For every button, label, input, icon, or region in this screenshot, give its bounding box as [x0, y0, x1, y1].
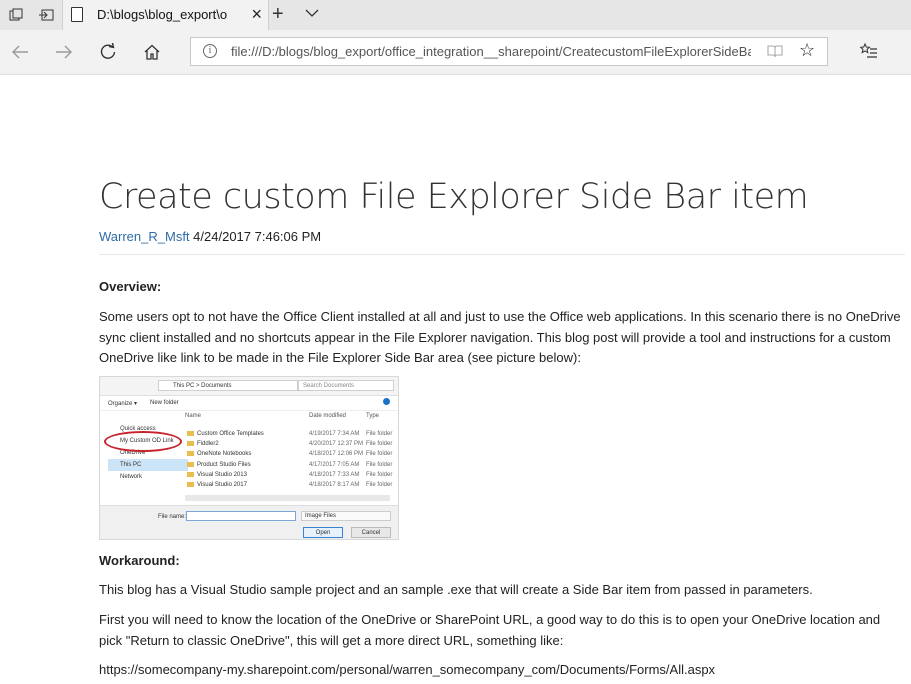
file-name: Visual Studio 2013 — [197, 471, 247, 478]
list-item: Product Studio Files 4/17/2017 7:05 AM Fil… — [185, 460, 395, 470]
folder-icon — [187, 451, 194, 457]
refresh-icon[interactable] — [96, 40, 120, 64]
folder-icon — [187, 481, 194, 487]
explorer-file-list: Custom Office Templates 4/19/2017 7:34 AM… — [185, 429, 395, 490]
workaround-paragraph-2: First you will need to know the location… — [99, 612, 881, 648]
file-date: 4/19/2017 7:34 AM — [309, 431, 360, 437]
file-name-label: File name: — [158, 514, 187, 520]
article-meta: Warren_R_Msft 4/24/2017 7:46:06 PM — [99, 229, 321, 244]
side-network: Network — [120, 474, 143, 480]
col-date: Date modified — [309, 413, 347, 419]
close-tab-icon[interactable]: × — [251, 4, 262, 25]
forward-icon[interactable] — [52, 40, 76, 64]
new-folder-button: New folder — [150, 400, 179, 406]
workaround-heading: Workaround: — [99, 553, 180, 568]
explorer-toolbar: Organize ▾ New folder — [100, 396, 398, 411]
file-explorer-screenshot: This PC > Documents Search Documents Org… — [99, 376, 399, 540]
file-date: 4/18/2017 7:33 AM — [309, 471, 360, 478]
chevron-down-icon[interactable] — [304, 5, 320, 26]
workaround-paragraph-1: This blog has a Visual Studio sample pro… — [99, 582, 813, 597]
overview-paragraph: Some users opt to not have the Office Cl… — [99, 309, 901, 365]
col-type: Type — [366, 413, 380, 419]
cancel-button: Cancel — [351, 527, 391, 538]
highlight-circle — [104, 431, 182, 452]
col-name: Name — [185, 413, 202, 419]
folder-icon — [187, 431, 194, 436]
post-date: 4/24/2017 7:46:06 PM — [193, 229, 322, 244]
file-name: Fiddler2 — [197, 441, 219, 448]
reading-view-icon[interactable] — [767, 44, 783, 63]
file-date: 4/20/2017 12:37 PM — [309, 441, 364, 448]
list-item: Visual Studio 2017 4/18/2017 8:17 AM File … — [185, 480, 395, 490]
back-icon[interactable] — [8, 40, 32, 64]
file-name: Custom Office Templates — [197, 431, 264, 437]
tab-active[interactable]: D:\blogs\blog_export\o × — [62, 0, 269, 30]
list-item: Custom Office Templates 4/19/2017 7:34 AM… — [185, 429, 395, 439]
file-name: Product Studio Files — [197, 461, 251, 468]
organize-menu: Organize ▾ — [108, 401, 138, 407]
file-name: OneNote Notebooks — [197, 451, 252, 458]
overview-heading: Overview: — [99, 279, 162, 294]
file-date: 4/18/2017 12:06 PM — [309, 451, 364, 458]
file-name-field — [186, 511, 296, 521]
folder-icon — [187, 461, 194, 467]
help-icon — [383, 398, 390, 405]
new-tab-icon[interactable]: + — [272, 3, 284, 26]
list-item: Visual Studio 2013 4/18/2017 7:33 AM File … — [185, 470, 395, 480]
favorites-hub-icon[interactable] — [859, 42, 878, 64]
address-bar[interactable]: i file:///D:/blogs/blog_export/office_in… — [190, 37, 828, 66]
folder-icon — [187, 441, 194, 447]
example-url: https://somecompany-my.sharepoint.com/pe… — [99, 662, 716, 677]
address-url[interactable]: file:///D:/blogs/blog_export/office_inte… — [231, 44, 751, 59]
file-type: File folder — [366, 481, 393, 488]
horizontal-scrollbar — [185, 495, 390, 501]
divider — [99, 254, 905, 255]
info-icon[interactable]: i — [203, 44, 217, 58]
page-title: Create custom File Explorer Side Bar ite… — [99, 177, 809, 217]
tab-title: D:\blogs\blog_export\o — [97, 7, 228, 22]
open-button: Open — [303, 527, 343, 538]
set-aside-tabs-icon[interactable] — [36, 5, 56, 25]
file-date: 4/17/2017 7:05 AM — [309, 461, 360, 468]
home-icon[interactable] — [140, 40, 164, 64]
file-type-select: Image Files — [301, 511, 391, 521]
list-item: Fiddler2 4/20/2017 12:37 PM File folder — [185, 439, 395, 449]
file-type: File folder — [366, 431, 393, 437]
favorite-star-icon[interactable]: ☆ — [799, 40, 815, 61]
author-link[interactable]: Warren_R_Msft — [99, 229, 190, 244]
explorer-address-row: This PC > Documents Search Documents — [100, 377, 398, 396]
file-date: 4/18/2017 8:17 AM — [309, 481, 360, 488]
side-this-pc: This PC — [108, 459, 188, 471]
tab-bar: D:\blogs\blog_export\o × + — [0, 0, 911, 30]
file-type: File folder — [366, 441, 393, 448]
explorer-breadcrumb: This PC > Documents — [158, 380, 298, 391]
tab-manager-icon[interactable] — [6, 5, 26, 25]
file-type: File folder — [366, 451, 393, 458]
folder-icon — [187, 471, 194, 477]
explorer-search-box: Search Documents — [298, 380, 394, 391]
explorer-footer: File name: Image Files Open Cancel — [100, 505, 398, 539]
document-icon — [71, 7, 83, 22]
list-item: OneNote Notebooks 4/18/2017 12:06 PM File … — [185, 449, 395, 459]
file-type: File folder — [366, 461, 393, 468]
navigation-bar: i file:///D:/blogs/blog_export/office_in… — [0, 30, 911, 75]
file-name: Visual Studio 2017 — [197, 481, 247, 488]
file-type: File folder — [366, 471, 393, 478]
